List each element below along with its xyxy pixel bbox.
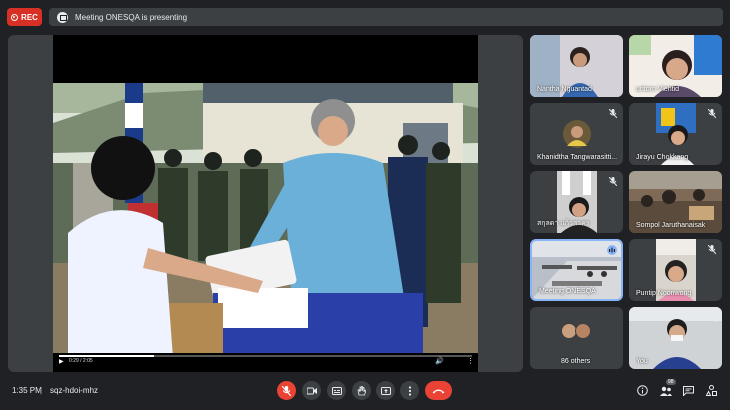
participant-name: Meeting ONESQA	[539, 288, 596, 295]
video-time: 0:29 / 2:05	[69, 358, 93, 364]
meeting-details-button[interactable]	[636, 384, 649, 397]
others-count: 86 others	[561, 358, 591, 365]
participant-count-badge: 98	[666, 379, 676, 385]
participant-name: uritorn Viehtid	[636, 86, 680, 93]
present-button[interactable]	[376, 381, 395, 400]
hand-icon	[357, 385, 366, 395]
mic-off-icon	[609, 109, 617, 118]
participant-tile[interactable]: สกุลดา แก้วสาคร	[530, 171, 623, 233]
mic-toggle-button[interactable]	[277, 381, 296, 400]
presenter-avatar-icon	[57, 11, 68, 23]
video-controls: ▶ 0:29 / 2:05 🔊 ⋮	[53, 353, 478, 372]
meeting-code: sqz-hdoi-mhz	[50, 386, 99, 395]
video-frame	[53, 83, 478, 358]
chat-icon	[683, 385, 694, 396]
volume-icon[interactable]: 🔊	[435, 357, 444, 365]
activities-button[interactable]	[705, 384, 718, 397]
video-progress-fill	[59, 355, 154, 357]
self-tile[interactable]: You	[629, 307, 722, 369]
camera-icon	[306, 387, 317, 394]
captions-icon	[331, 386, 342, 395]
participant-name: Nantha Nguantad	[537, 86, 592, 93]
presenting-text: Meeting ONESQA is presenting	[75, 12, 188, 22]
activities-icon	[706, 385, 717, 396]
people-icon	[659, 386, 672, 396]
participant-tile-speaking[interactable]: Meeting ONESQA	[530, 239, 623, 301]
people-button[interactable]: 98	[659, 379, 676, 397]
participant-tile[interactable]: Nantha Nguantad	[530, 35, 623, 97]
raise-hand-button[interactable]	[352, 381, 371, 400]
mic-off-icon	[708, 109, 716, 118]
end-call-icon	[432, 389, 445, 393]
others-tile[interactable]: 86 others	[530, 307, 623, 369]
participant-name: Khanidtha Tangwarasitti...	[537, 154, 618, 161]
info-icon	[637, 385, 648, 396]
video-progress-bar[interactable]	[59, 355, 472, 357]
participant-avatar	[563, 120, 591, 148]
others-avatar	[575, 323, 591, 339]
more-vert-icon	[408, 385, 411, 396]
speaking-icon	[607, 245, 617, 255]
meeting-time: 1:35 PM	[12, 386, 42, 395]
more-options-button[interactable]	[400, 381, 419, 400]
recording-label: REC	[21, 12, 38, 22]
video-more-icon[interactable]: ⋮	[467, 357, 474, 365]
camera-toggle-button[interactable]	[302, 381, 321, 400]
recording-indicator: REC	[7, 8, 42, 26]
top-bar: REC Meeting ONESQA is presenting	[0, 0, 730, 32]
participant-tile[interactable]: uritorn Viehtid	[629, 35, 722, 97]
mic-off-icon	[609, 177, 617, 186]
record-icon	[11, 13, 19, 21]
presenting-banner: Meeting ONESQA is presenting	[49, 8, 723, 26]
mic-off-icon	[708, 245, 716, 254]
participant-tile[interactable]: Puntip Noonwong	[629, 239, 722, 301]
captions-button[interactable]	[327, 381, 346, 400]
participant-name: Puntip Noonwong	[636, 290, 692, 297]
participant-tile[interactable]: Sompol Jaruthanaisak	[629, 171, 722, 233]
chat-button[interactable]	[682, 384, 695, 397]
participant-name: Sompol Jaruthanaisak	[636, 222, 706, 229]
participant-name: Jirayu Chokkang	[636, 154, 689, 161]
present-icon	[380, 386, 391, 395]
participant-tile[interactable]: Jirayu Chokkang	[629, 103, 722, 165]
video-frame-image	[53, 83, 478, 358]
participant-tile[interactable]: Khanidtha Tangwarasitti...	[530, 103, 623, 165]
self-name: You	[636, 358, 648, 365]
play-icon[interactable]: ▶	[59, 358, 64, 365]
separator: |	[40, 386, 43, 395]
mic-off-icon	[708, 313, 716, 322]
bottom-bar: 1:35 PM | sqz-hdoi-mhz 98	[0, 372, 730, 410]
presented-video[interactable]: ▶ 0:29 / 2:05 🔊 ⋮	[53, 35, 478, 372]
presentation-stage: ▶ 0:29 / 2:05 🔊 ⋮	[8, 35, 523, 372]
mic-off-icon	[282, 385, 291, 396]
leave-call-button[interactable]	[425, 381, 452, 400]
participant-name: สกุลดา แก้วสาคร	[537, 220, 590, 227]
